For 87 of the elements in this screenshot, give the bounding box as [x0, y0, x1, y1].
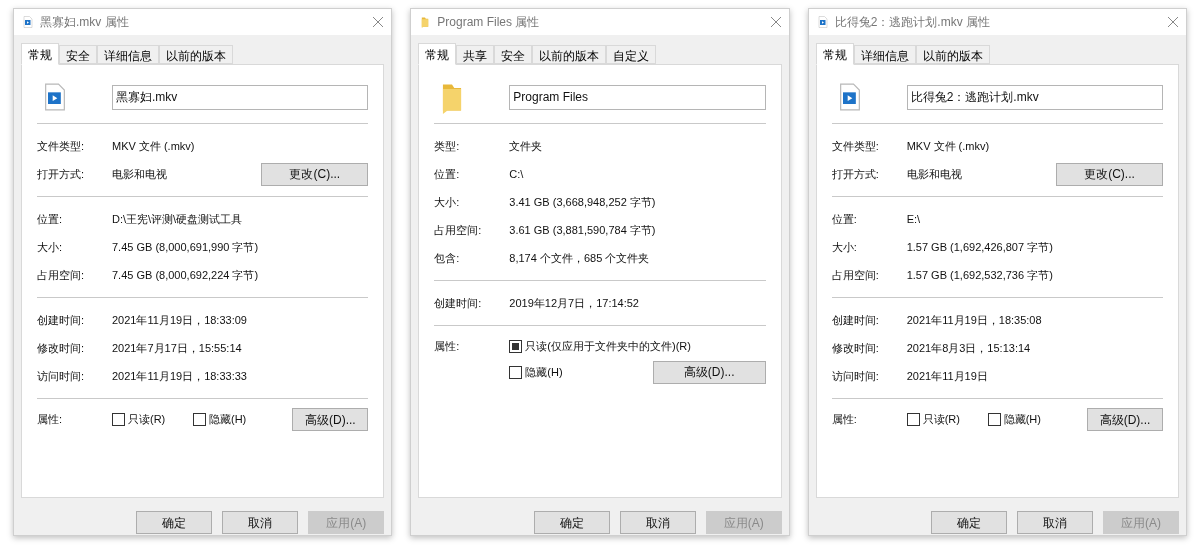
dialog-button[interactable]: 高级(D)... [652, 360, 766, 384]
field-label: 修改时间: [37, 340, 86, 356]
field-value: 1.57 GB (1,692,532,736 字节) [906, 267, 1054, 283]
tab[interactable]: 以前的版本 [915, 45, 990, 64]
checkbox[interactable]: 只读(仅应用于文件夹中的文件)(R) [509, 338, 766, 355]
field-value: MKV 文件 (.mkv) [112, 138, 196, 154]
field-label: 修改时间: [831, 340, 880, 356]
field-value: 1.57 GB (1,692,426,807 字节) [906, 239, 1054, 255]
checkbox[interactable]: 隐藏(H) [509, 363, 563, 381]
field-value: 电影和电视 [906, 166, 963, 182]
field-label: 访问时间: [37, 368, 86, 384]
tab[interactable]: 自定义 [606, 45, 657, 64]
field-value: 2021年11月19日，18:33:33 [112, 368, 248, 384]
field-label: 访问时间: [831, 368, 880, 384]
field-label: 打开方式: [37, 166, 86, 182]
field-label: 位置: [831, 211, 858, 227]
field-label: 占用空间: [434, 222, 483, 238]
name-field[interactable]: 黑寡妇.mkv [112, 84, 369, 110]
video-file-icon [22, 16, 34, 28]
checkbox[interactable]: 只读(R) [112, 411, 193, 428]
field-value: 2019年12月7日，17:14:52 [509, 295, 640, 311]
tab[interactable]: 安全 [59, 45, 97, 64]
close-icon[interactable] [373, 17, 384, 27]
name-field[interactable]: 比得兔2：逃跑计划.mkv [906, 84, 1163, 110]
field-value: 3.61 GB (3,881,590,784 字节) [509, 222, 657, 238]
dialog-button[interactable]: 取消 [1017, 511, 1093, 534]
field-label: 创建时间: [831, 312, 880, 328]
video-file-icon [816, 16, 829, 28]
field-label: 位置: [434, 166, 461, 182]
tab[interactable]: 常规 [21, 43, 59, 65]
field-label: 大小: [37, 239, 64, 255]
field-value: C:\ [509, 166, 525, 182]
tab[interactable]: 常规 [418, 43, 457, 65]
field-label: 大小: [831, 239, 858, 255]
window-title: Program Files 属性 [437, 14, 541, 31]
dialog-button[interactable]: 取消 [619, 511, 696, 534]
checkbox[interactable]: 隐藏(H) [987, 411, 1069, 428]
field-value: 3.41 GB (3,668,948,252 字节) [509, 194, 657, 210]
field-label: 属性: [37, 412, 64, 427]
checkbox[interactable]: 隐藏(H) [193, 411, 274, 428]
dialog-button[interactable]: 确定 [931, 511, 1007, 534]
field-label: 文件类型: [831, 138, 880, 154]
field-label: 包含: [434, 250, 461, 266]
field-label: 文件类型: [37, 138, 86, 154]
close-icon[interactable] [770, 17, 781, 27]
dialog-button[interactable]: 更改(C)... [261, 162, 369, 186]
field-value: 7.45 GB (8,000,692,224 字节) [112, 267, 260, 283]
field-label: 属性: [831, 412, 858, 427]
field-value: 2021年11月19日，18:33:09 [112, 312, 248, 328]
dialog-button[interactable]: 取消 [222, 511, 299, 534]
field-value: 2021年8月3日，15:13:14 [906, 340, 1032, 356]
field-value: E:\ [906, 211, 922, 227]
field-label: 属性: [434, 339, 461, 354]
field-value: 文件夹 [509, 138, 544, 154]
window-title: 黑寡妇.mkv 属性 [40, 14, 130, 31]
checkbox[interactable]: 只读(R) [906, 411, 988, 428]
field-value: MKV 文件 (.mkv) [906, 138, 991, 154]
close-icon[interactable] [1168, 17, 1178, 27]
name-field[interactable]: Program Files [509, 84, 766, 110]
dialog-button[interactable]: 高级(D)... [292, 408, 369, 431]
tab[interactable]: 共享 [456, 45, 495, 64]
window-title: 比得兔2：逃跑计划.mkv 属性 [834, 14, 991, 31]
field-label: 大小: [434, 194, 461, 210]
field-label: 占用空间: [37, 267, 86, 283]
tab[interactable]: 详细信息 [97, 45, 159, 64]
dialog-button[interactable]: 确定 [533, 511, 610, 534]
field-value: 8,174 个文件，685 个文件夹 [509, 250, 651, 266]
tab[interactable]: 以前的版本 [532, 45, 607, 64]
tab[interactable]: 安全 [494, 45, 533, 64]
dialog-button[interactable]: 更改(C)... [1056, 162, 1163, 186]
field-value: D:\王宪\评测\硬盘测试工具 [112, 211, 244, 227]
tab[interactable]: 详细信息 [853, 45, 916, 64]
tab[interactable]: 常规 [815, 43, 854, 65]
field-value: 2021年7月17日，15:55:14 [112, 340, 243, 356]
field-value: 2021年11月19日，18:35:08 [906, 312, 1043, 328]
field-label: 占用空间: [831, 267, 880, 283]
field-value: 2021年11月19日 [906, 368, 989, 384]
dialog-button[interactable]: 高级(D)... [1087, 408, 1163, 431]
field-value: 电影和电视 [112, 166, 168, 182]
field-label: 创建时间: [434, 295, 483, 311]
field-label: 位置: [37, 211, 64, 227]
dialog-button[interactable]: 确定 [136, 511, 213, 534]
tab[interactable]: 以前的版本 [159, 45, 233, 64]
field-label: 创建时间: [37, 312, 86, 328]
field-label: 打开方式: [831, 166, 880, 182]
field-value: 7.45 GB (8,000,691,990 字节) [112, 239, 260, 255]
field-label: 类型: [434, 138, 461, 154]
